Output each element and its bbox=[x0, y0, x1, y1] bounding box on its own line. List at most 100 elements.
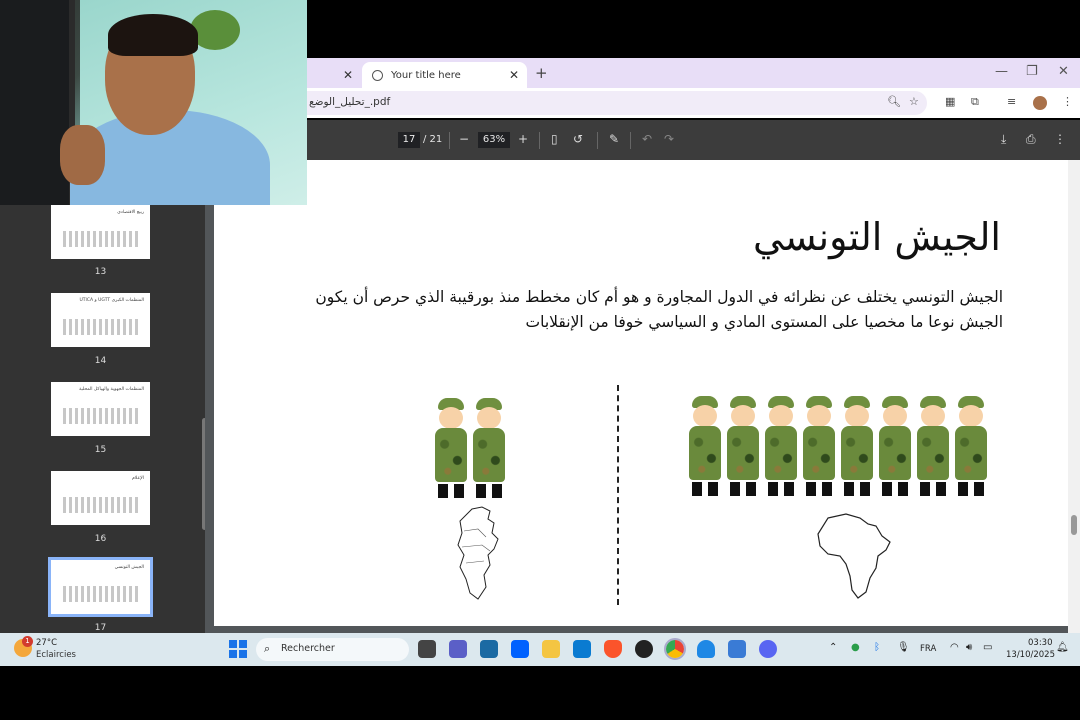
page-number-input[interactable]: 17 bbox=[398, 132, 420, 148]
fit-page-icon[interactable]: ▯ bbox=[551, 132, 558, 146]
thumbnail-title: UTICA و UGTT المنظمات الكبرى bbox=[79, 298, 144, 303]
store-icon[interactable] bbox=[480, 640, 498, 658]
thumbnail-title: المنظمات الجهوية والهياكل المحلية bbox=[79, 387, 144, 392]
viewer-scrollbar-thumb[interactable] bbox=[1071, 515, 1077, 535]
tab-active[interactable]: Your title here ✕ bbox=[362, 62, 527, 88]
thumbnail-title: الجيش التونسي bbox=[114, 565, 144, 570]
globe-icon bbox=[372, 69, 383, 81]
soldier-face bbox=[921, 405, 945, 427]
minimize-icon[interactable]: — bbox=[995, 64, 1008, 79]
undo-icon[interactable]: ↶ bbox=[642, 132, 652, 146]
close-tab-icon[interactable]: ✕ bbox=[509, 68, 519, 82]
soldier-face bbox=[769, 405, 793, 427]
thumbnail-figures bbox=[63, 497, 138, 513]
tab-title: Your title here bbox=[391, 69, 461, 81]
viewer-scrollbar[interactable] bbox=[1068, 160, 1080, 633]
search-placeholder: Rechercher bbox=[281, 643, 335, 654]
thumbnail-page-number: 16 bbox=[94, 534, 107, 544]
webcam-overlay bbox=[0, 0, 307, 205]
new-tab-button[interactable]: + bbox=[535, 64, 548, 82]
thumbnail-page[interactable]: UTICA و UGTT المنظمات الكبرى bbox=[51, 293, 150, 347]
thumbnail-page-number: 13 bbox=[94, 267, 107, 277]
vpn-icon[interactable] bbox=[697, 640, 715, 658]
soldier-body bbox=[689, 426, 721, 480]
print-icon[interactable]: ⎙ bbox=[1026, 132, 1036, 147]
notification-bell-icon[interactable]: 🔔︎ bbox=[1056, 642, 1069, 653]
brave-browser-icon[interactable] bbox=[604, 640, 622, 658]
soldier-face bbox=[693, 405, 717, 427]
browser-tab-strip: ✕ Your title here ✕ + — ❐ ✕ bbox=[307, 58, 1080, 88]
menu-kebab-icon[interactable]: ⋮ bbox=[1062, 95, 1073, 108]
bluetooth-icon[interactable]: ᛒ bbox=[874, 642, 880, 653]
download-icon[interactable]: ⤓ bbox=[1001, 132, 1006, 147]
zoom-in-button[interactable]: + bbox=[518, 132, 528, 146]
thumbnail-page[interactable]: ربيع الاقتصادي bbox=[51, 205, 150, 259]
file-explorer-icon[interactable] bbox=[542, 640, 560, 658]
soldier-body bbox=[955, 426, 987, 480]
zoom-out-button[interactable]: − bbox=[459, 132, 469, 146]
webcam-person-hair bbox=[108, 14, 198, 56]
thumbnail-page-current[interactable]: الجيش التونسي bbox=[48, 557, 153, 617]
soldier-boots bbox=[806, 482, 832, 496]
clock-date[interactable]: 13/10/2025 bbox=[1006, 650, 1055, 660]
thumbnail-figures bbox=[63, 319, 138, 335]
url-input[interactable]: تحليل_الوضع_.pdf bbox=[307, 91, 927, 115]
toolbar-divider bbox=[597, 132, 598, 149]
app-icon[interactable] bbox=[635, 640, 653, 658]
bookmark-star-icon[interactable]: ☆ bbox=[909, 95, 919, 108]
language-indicator[interactable]: FRA bbox=[920, 644, 936, 654]
redo-icon[interactable]: ↷ bbox=[664, 132, 674, 146]
screen: ✕ Your title here ✕ + — ❐ ✕ تحليل_الوضع_… bbox=[0, 0, 1080, 720]
weather-temperature[interactable]: 27°C bbox=[36, 638, 57, 648]
slide-body-text: الجيش التونسي يختلف عن نظرائه في الدول ا… bbox=[315, 288, 1003, 331]
more-options-icon[interactable]: ⋮ bbox=[1054, 132, 1066, 146]
weather-notification-badge: 1 bbox=[22, 636, 33, 647]
taskbar-search[interactable]: ⌕ Rechercher bbox=[256, 638, 409, 661]
extension-icon[interactable]: ▦ bbox=[945, 95, 955, 108]
media-icon[interactable]: ≡ bbox=[1007, 95, 1016, 108]
profile-avatar[interactable] bbox=[1033, 96, 1047, 110]
weather-description[interactable]: Eclaircies bbox=[36, 650, 76, 660]
chrome-icon[interactable] bbox=[664, 638, 686, 660]
thumbnail-figures bbox=[63, 586, 138, 602]
task-view-icon[interactable] bbox=[418, 640, 436, 658]
restore-icon[interactable]: ❐ bbox=[1026, 64, 1038, 79]
battery-icon[interactable]: ▭ bbox=[983, 642, 992, 653]
tunisia-map-outline bbox=[457, 506, 499, 600]
windows-start-button[interactable] bbox=[229, 640, 247, 658]
dropbox-icon[interactable] bbox=[511, 640, 529, 658]
soldier-illustration bbox=[838, 396, 876, 504]
thumbnail-page[interactable]: الإعلام bbox=[51, 471, 150, 525]
thumbnail-page[interactable]: المنظمات الجهوية والهياكل المحلية bbox=[51, 382, 150, 436]
volume-icon[interactable]: 🔊︎ bbox=[966, 642, 972, 653]
dashed-divider bbox=[617, 385, 619, 605]
photos-icon[interactable] bbox=[728, 640, 746, 658]
clock-time[interactable]: 03:30 bbox=[1028, 638, 1053, 648]
soldier-body bbox=[765, 426, 797, 480]
zoom-magnifier-icon[interactable]: 🔍︎ bbox=[887, 95, 901, 108]
puzzle-icon[interactable]: ⧉ bbox=[971, 95, 979, 109]
remote-desktop-icon[interactable] bbox=[573, 640, 591, 658]
soldier-illustration bbox=[470, 398, 508, 506]
close-tab-icon[interactable]: ✕ bbox=[343, 68, 353, 82]
webcam-person-hand bbox=[60, 125, 105, 185]
microphone-icon[interactable]: 🎙︎ bbox=[897, 642, 910, 653]
tray-app-icon[interactable]: ● bbox=[851, 642, 860, 653]
windows-taskbar: 1 27°C Eclaircies ⌕ Rechercher ⌃ ● ᛒ 🎙︎ … bbox=[0, 633, 1080, 666]
close-window-icon[interactable]: ✕ bbox=[1058, 64, 1069, 79]
tab-previous[interactable]: ✕ bbox=[307, 62, 362, 88]
discord-icon[interactable] bbox=[759, 640, 777, 658]
soldier-illustration bbox=[800, 396, 838, 504]
wifi-icon[interactable]: ◠ bbox=[950, 642, 959, 653]
zoom-level[interactable]: 63% bbox=[478, 132, 510, 148]
teams-icon[interactable] bbox=[449, 640, 467, 658]
soldier-face bbox=[807, 405, 831, 427]
soldier-group-large bbox=[686, 396, 990, 504]
thumbnail-figures bbox=[63, 408, 138, 424]
soldier-boots bbox=[692, 482, 718, 496]
soldier-body bbox=[841, 426, 873, 480]
page-total: / 21 bbox=[423, 134, 443, 145]
chevron-up-icon[interactable]: ⌃ bbox=[829, 642, 837, 653]
annotate-pen-icon[interactable]: ✎ bbox=[609, 132, 619, 146]
rotate-icon[interactable]: ↺ bbox=[573, 132, 583, 146]
